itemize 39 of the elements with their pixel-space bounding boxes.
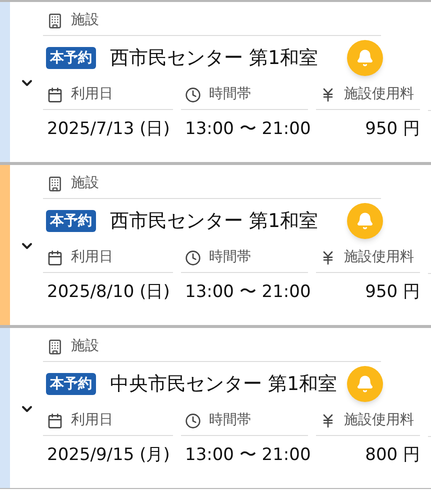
clock-icon	[185, 250, 201, 266]
facility-label: 施設	[71, 11, 99, 30]
fee-label: 施設使用料	[344, 85, 414, 104]
time-slot-label: 時間帯	[209, 85, 251, 104]
bell-icon	[356, 375, 374, 393]
bell-icon	[356, 212, 374, 230]
time-slot-label: 時間帯	[209, 411, 251, 430]
reservation-status-tag: 本予約	[46, 47, 96, 69]
clock-icon	[185, 412, 201, 428]
facility-fee: 950 円	[365, 118, 420, 142]
reservation-status-tag: 本予約	[46, 373, 96, 395]
calendar-icon	[47, 412, 63, 428]
calendar-icon	[47, 86, 63, 102]
facility-label: 施設	[71, 174, 99, 193]
bell-icon	[356, 49, 374, 67]
facility-name: 中央市民センター 第1和室	[110, 372, 338, 397]
building-icon	[47, 12, 63, 28]
building-icon	[47, 338, 63, 354]
fee-label: 施設使用料	[344, 411, 414, 430]
usage-date: 2025/8/10 (日)	[47, 281, 170, 304]
fee-label: 施設使用料	[344, 248, 414, 267]
date-label: 利用日	[71, 411, 113, 430]
usage-date: 2025/9/15 (月)	[47, 444, 170, 468]
reservation-status-tag: 本予約	[46, 210, 96, 232]
facility-name: 西市民センター 第1和室	[110, 208, 318, 234]
usage-date: 2025/7/13 (日)	[47, 118, 170, 142]
clock-icon	[185, 86, 201, 102]
facility-fee: 800 円	[365, 444, 420, 468]
facility-name: 西市民センター 第1和室	[110, 46, 318, 71]
calendar-icon	[47, 250, 63, 266]
time-slot-label: 時間帯	[209, 248, 251, 267]
building-icon	[47, 176, 63, 192]
facility-fee: 950 円	[365, 281, 420, 304]
time-slot: 13:00 〜 21:00	[185, 280, 311, 306]
date-label: 利用日	[71, 248, 113, 267]
time-slot: 13:00 〜 21:00	[185, 117, 311, 143]
time-slot: 13:00 〜 21:00	[185, 443, 311, 469]
date-label: 利用日	[71, 85, 113, 104]
facility-label: 施設	[71, 337, 99, 356]
